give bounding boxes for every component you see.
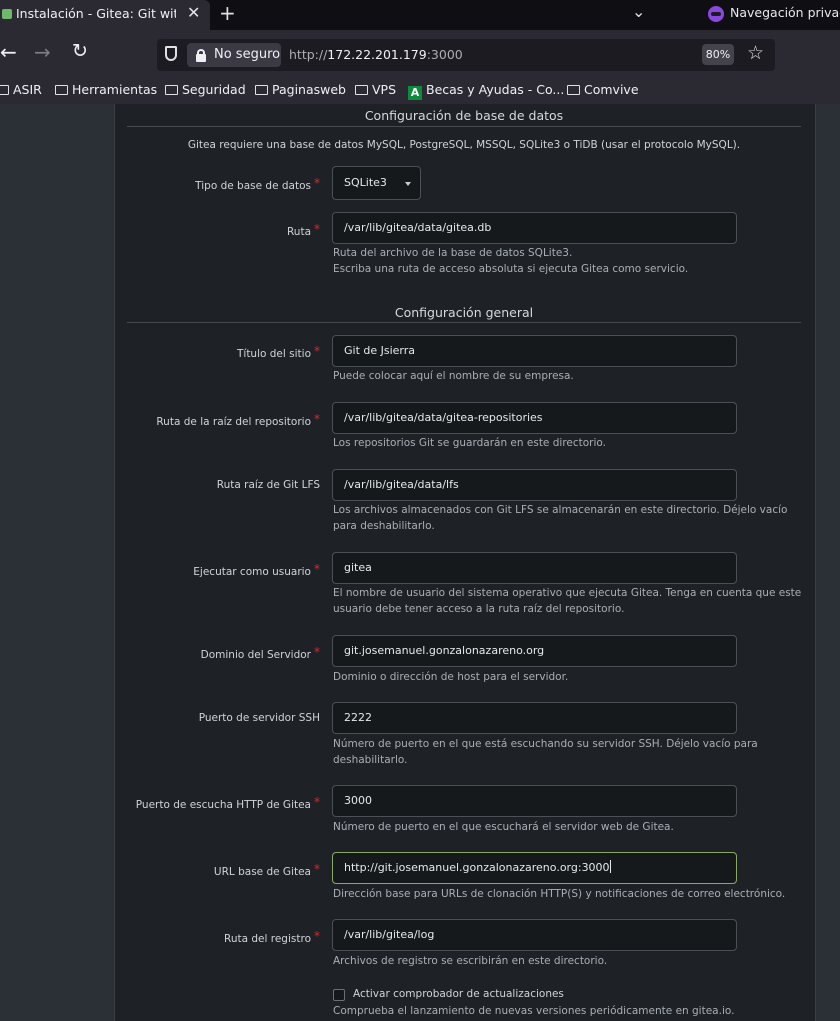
- bookmark-vps[interactable]: VPS: [355, 82, 396, 97]
- required-asterisk: *: [314, 645, 320, 659]
- log-path-input[interactable]: /var/lib/gitea/log: [332, 919, 737, 951]
- ssh-port-help: Número de puerto en el que está escuchan…: [333, 738, 758, 766]
- update-checker-help: Comprueba el lanzamiento de nuevas versi…: [333, 1005, 735, 1017]
- private-browsing-label: Navegación privada: [730, 5, 840, 20]
- site-title-label: Título del sitio *: [236, 344, 320, 360]
- base-url-label: URL base de Gitea *: [213, 862, 320, 878]
- required-asterisk: *: [314, 862, 320, 876]
- junta-andalucia-icon: A: [408, 86, 422, 100]
- folder-icon: [255, 85, 268, 95]
- db-path-help: Ruta del archivo de la base de datos SQL…: [333, 247, 689, 275]
- new-tab-icon[interactable]: +: [219, 1, 236, 25]
- private-mask-icon: [708, 6, 724, 22]
- bookmark-comvive[interactable]: Comvive: [567, 82, 639, 97]
- browser-chrome: Instalación - Gitea: Git with a cup of t…: [0, 0, 840, 104]
- db-type-label: Tipo de base de datos *: [195, 176, 320, 192]
- base-url-value: http://git.josemanuel.gonzalonazareno.or…: [344, 861, 610, 874]
- log-path-help: Archivos de registro se escribirán en es…: [333, 955, 608, 967]
- close-tab-icon[interactable]: ✕: [187, 3, 200, 22]
- log-path-label: Ruta del registro *: [224, 929, 320, 945]
- url-prefix: http://: [289, 47, 328, 62]
- zoom-level-button[interactable]: 80%: [702, 44, 734, 65]
- security-label: No seguro: [214, 47, 281, 62]
- bookmark-seguridad[interactable]: Seguridad: [165, 82, 246, 97]
- update-checker-checkbox[interactable]: [333, 989, 345, 1001]
- ssh-port-label: Puerto de servidor SSH: [198, 712, 320, 724]
- run-user-label: Ejecutar como usuario *: [193, 562, 320, 578]
- server-domain-help: Dominio o dirección de host para el serv…: [333, 671, 569, 683]
- server-domain-label: Dominio del Servidor *: [200, 645, 320, 661]
- lfs-root-help: Los archivos almacenados con Git LFS se …: [333, 504, 788, 532]
- lfs-root-input[interactable]: /var/lib/gitea/data/lfs: [332, 469, 737, 501]
- bookmarks-bar: ASIR Herramientas Seguridad Paginasweb V…: [0, 76, 840, 104]
- db-path-label: Ruta *: [286, 222, 320, 238]
- chevron-down-icon[interactable]: ⌄: [632, 2, 645, 21]
- db-type-value: SQLite3: [344, 176, 387, 189]
- site-title-input[interactable]: Git de Jsierra: [332, 335, 737, 367]
- bookmark-star-icon[interactable]: ☆: [747, 42, 764, 64]
- required-asterisk: *: [314, 344, 320, 358]
- server-domain-input[interactable]: git.josemanuel.gonzalonazareno.org: [332, 635, 737, 667]
- db-path-input[interactable]: /var/lib/gitea/data/gitea.db: [332, 212, 737, 244]
- bookmark-becas[interactable]: A Becas y Ayudas - Co...: [408, 82, 564, 100]
- shield-icon[interactable]: [165, 46, 177, 61]
- db-section-divider: [127, 126, 801, 127]
- required-asterisk: *: [314, 562, 320, 576]
- folder-icon: [55, 85, 68, 95]
- required-asterisk: *: [314, 176, 320, 190]
- url-text[interactable]: http://172.22.201.179:3000: [289, 47, 463, 62]
- repo-root-help: Los repositorios Git se guardarán en est…: [333, 437, 606, 449]
- required-asterisk: *: [314, 412, 320, 426]
- forward-arrow-icon[interactable]: →: [34, 40, 51, 64]
- base-url-help: Dirección base para URLs de clonación HT…: [333, 888, 786, 900]
- back-arrow-icon[interactable]: ←: [0, 40, 17, 64]
- db-type-select[interactable]: SQLite3: [332, 166, 421, 200]
- url-port: :3000: [426, 47, 463, 62]
- bookmark-herramientas[interactable]: Herramientas: [55, 82, 157, 97]
- required-asterisk: *: [314, 929, 320, 943]
- required-asterisk: *: [314, 222, 320, 236]
- folder-icon: [0, 85, 9, 95]
- lock-insecure-icon: [196, 49, 206, 62]
- security-indicator[interactable]: No seguro: [187, 43, 281, 67]
- caret-down-icon: [405, 182, 411, 186]
- gitea-favicon-icon: [2, 9, 12, 19]
- address-bar[interactable]: No seguro http://172.22.201.179:3000 80%…: [157, 39, 775, 71]
- update-checker-label[interactable]: Activar comprobador de actualizaciones: [353, 988, 564, 1000]
- tab-gitea-install[interactable]: Instalación - Gitea: Git with a cup of t…: [0, 0, 210, 30]
- url-host: 172.22.201.179: [327, 47, 427, 62]
- site-title-help: Puede colocar aquí el nombre de su empre…: [333, 370, 574, 382]
- db-intro-text: Gitea requiere una base de datos MySQL, …: [187, 139, 741, 151]
- tab-bar: Instalación - Gitea: Git with a cup of t…: [0, 0, 840, 30]
- run-user-help: El nombre de usuario del sistema operati…: [333, 587, 802, 615]
- repo-root-label: Ruta de la raíz del repositorio *: [156, 412, 320, 428]
- reload-icon[interactable]: ↻: [72, 40, 88, 62]
- text-cursor: [609, 860, 611, 873]
- nav-bar: ← → ↻ No seguro http://172.22.201.179:30…: [0, 30, 840, 76]
- repo-root-input[interactable]: /var/lib/gitea/data/gitea-repositories: [332, 402, 737, 434]
- base-url-input[interactable]: http://git.josemanuel.gonzalonazareno.or…: [332, 852, 737, 884]
- folder-icon: [567, 85, 580, 95]
- folder-icon: [165, 85, 178, 95]
- http-port-help: Número de puerto en el que escuchará el …: [333, 821, 674, 833]
- run-user-input[interactable]: gitea: [332, 552, 737, 584]
- lfs-root-label: Ruta raíz de Git LFS: [216, 479, 320, 491]
- http-port-input[interactable]: 3000: [332, 785, 737, 817]
- folder-icon: [355, 85, 368, 95]
- ssh-port-input[interactable]: 2222: [332, 702, 737, 734]
- required-asterisk: *: [314, 795, 320, 809]
- http-port-label: Puerto de escucha HTTP de Gitea *: [135, 795, 320, 811]
- bookmark-asir[interactable]: ASIR: [0, 82, 42, 97]
- general-section-divider: [127, 322, 801, 323]
- tab-title: Instalación - Gitea: Git with a cup of t…: [16, 6, 176, 21]
- db-section-title: Configuración de base de datos: [364, 108, 564, 123]
- general-section-title: Configuración general: [394, 305, 534, 320]
- bookmark-paginasweb[interactable]: Paginasweb: [255, 82, 346, 97]
